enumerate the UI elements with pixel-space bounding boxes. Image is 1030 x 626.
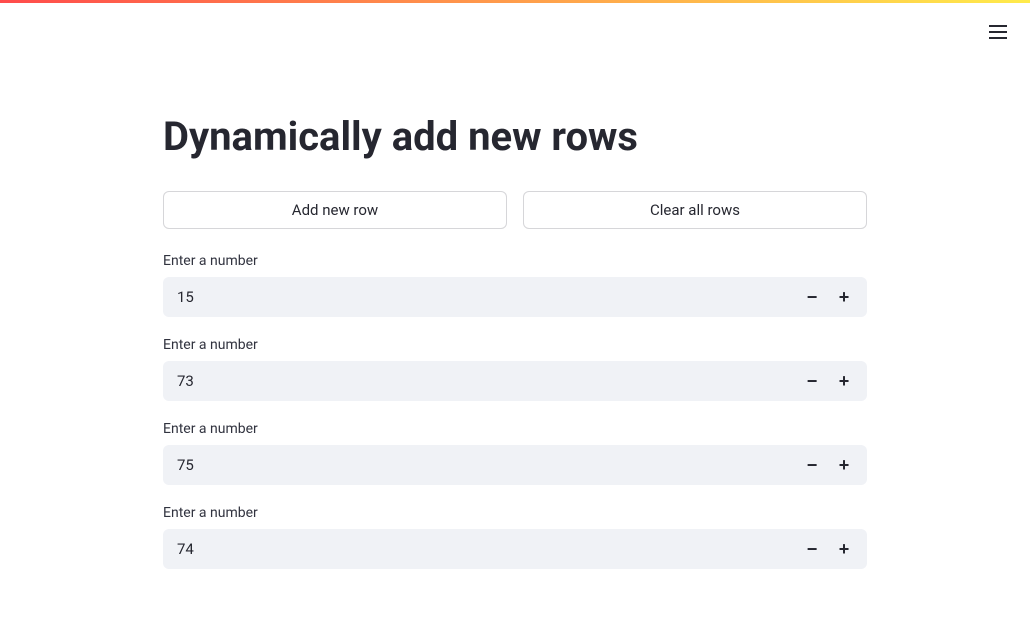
number-input-container: − + [163,277,867,317]
number-input-label: Enter a number [163,253,867,269]
plus-icon[interactable]: + [835,372,853,390]
number-stepper: − + [803,456,867,474]
main-container: Dynamically add new rows Add new row Cle… [163,3,867,569]
minus-icon[interactable]: − [803,456,821,474]
hamburger-line [989,25,1007,27]
main-menu-button[interactable] [984,18,1012,46]
clear-all-rows-button[interactable]: Clear all rows [523,191,867,229]
number-input-container: − + [163,529,867,569]
plus-icon[interactable]: + [835,540,853,558]
hamburger-line [989,37,1007,39]
number-stepper: − + [803,288,867,306]
number-input-label: Enter a number [163,337,867,353]
number-input[interactable] [163,277,803,317]
number-row: Enter a number − + [163,337,867,401]
plus-icon[interactable]: + [835,456,853,474]
number-input[interactable] [163,445,803,485]
action-button-row: Add new row Clear all rows [163,191,867,229]
number-stepper: − + [803,372,867,390]
number-input-label: Enter a number [163,421,867,437]
minus-icon[interactable]: − [803,540,821,558]
page-title: Dynamically add new rows [163,113,867,161]
hamburger-line [989,31,1007,33]
minus-icon[interactable]: − [803,288,821,306]
number-input[interactable] [163,361,803,401]
number-row: Enter a number − + [163,253,867,317]
number-stepper: − + [803,540,867,558]
minus-icon[interactable]: − [803,372,821,390]
number-input-container: − + [163,445,867,485]
add-new-row-button[interactable]: Add new row [163,191,507,229]
plus-icon[interactable]: + [835,288,853,306]
number-input[interactable] [163,529,803,569]
number-row: Enter a number − + [163,505,867,569]
number-input-container: − + [163,361,867,401]
number-row: Enter a number − + [163,421,867,485]
number-input-label: Enter a number [163,505,867,521]
